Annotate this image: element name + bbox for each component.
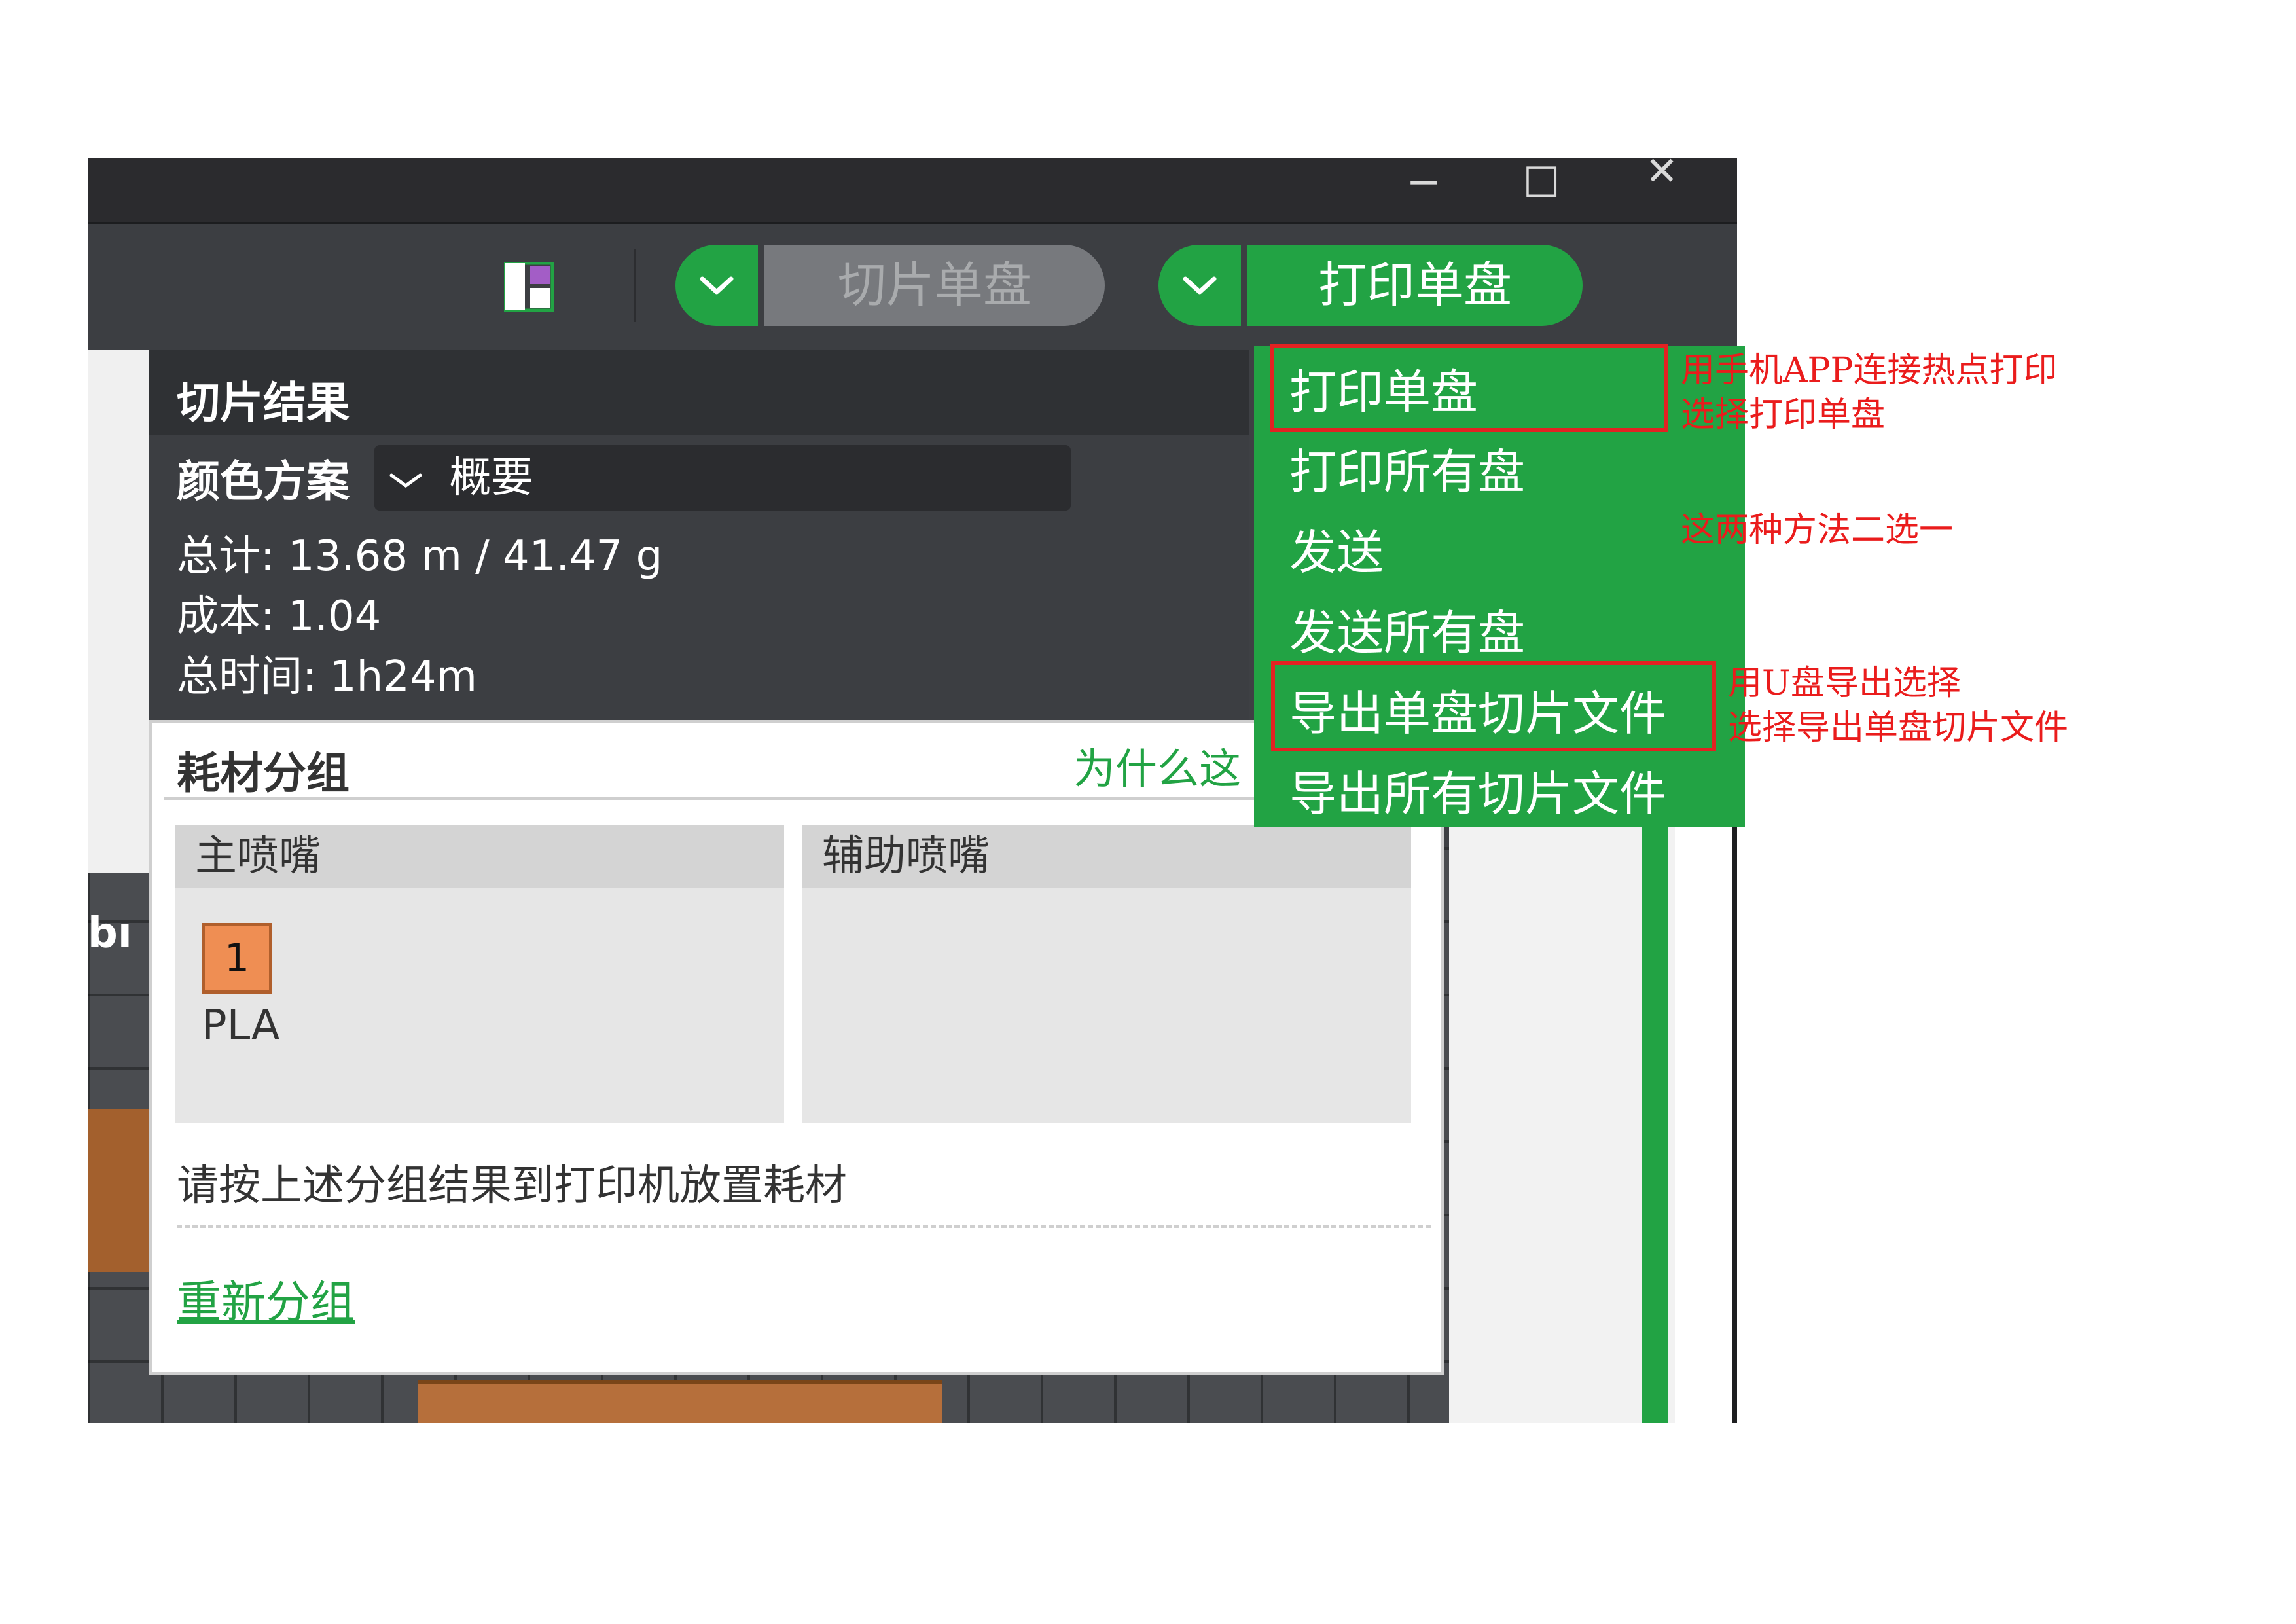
right-panel-green-bar xyxy=(1642,827,1668,1423)
group-hint: 请按上述分组结果到打印机放置耗材 xyxy=(177,1162,847,1210)
menu-item-send-all[interactable]: 发送所有盘 xyxy=(1289,594,1525,663)
color-scheme-select[interactable]: 概要 xyxy=(374,445,1071,511)
menu-item-print-all[interactable]: 打印所有盘 xyxy=(1289,433,1525,502)
minimize-button[interactable]: ─ xyxy=(1394,162,1453,204)
annotation-choose-one: 这两种方法二选一 xyxy=(1681,511,1954,550)
chevron-down-icon xyxy=(1183,276,1217,295)
why-link[interactable]: 为什么这 xyxy=(1073,736,1241,796)
filament-group-title: 耗材分组 xyxy=(177,748,350,799)
regroup-link[interactable]: 重新分组 xyxy=(177,1266,355,1331)
filament-type: PLA xyxy=(202,1001,280,1050)
color-scheme-label: 颜色方案 xyxy=(177,456,350,507)
title-bar xyxy=(88,158,1737,222)
plate-logo-fragment: bı xyxy=(88,909,132,958)
chevron-down-icon xyxy=(700,276,734,295)
annotation-usb-export-line1: 用U盘导出选择 xyxy=(1728,664,1961,703)
highlight-box-print-plate xyxy=(1270,344,1668,432)
layout-icon[interactable] xyxy=(503,261,554,312)
main-nozzle-label: 主喷嘴 xyxy=(175,825,784,888)
slice-plate-button[interactable]: 切片单盘 xyxy=(764,245,1105,326)
close-button[interactable]: ✕ xyxy=(1632,151,1691,192)
print-plate-button[interactable]: 打印单盘 xyxy=(1247,245,1583,326)
divider xyxy=(164,797,1427,800)
highlight-box-export-plate xyxy=(1271,661,1716,751)
aux-nozzle-label: 辅助喷嘴 xyxy=(802,825,1411,888)
annotation-app-print-line2: 选择打印单盘 xyxy=(1681,395,1886,435)
right-panel-strip xyxy=(1675,827,1734,1423)
print-dropdown-button[interactable] xyxy=(1158,245,1241,326)
maximize-button[interactable]: ☐ xyxy=(1512,162,1571,204)
annotation-app-print-line1: 用手机APP连接热点打印 xyxy=(1681,351,2058,390)
model-part-bottom xyxy=(418,1380,942,1423)
total-time: 总时间: 1h24m xyxy=(177,653,477,701)
chevron-down-icon xyxy=(387,454,449,502)
slice-result-title: 切片结果 xyxy=(177,378,350,428)
total-usage: 总计: 13.68 m / 41.47 g xyxy=(177,532,663,581)
toolbar-divider xyxy=(634,249,636,322)
dashed-divider xyxy=(177,1225,1431,1228)
slice-dropdown-button[interactable] xyxy=(675,245,758,326)
color-scheme-value: 概要 xyxy=(449,454,533,502)
cost-value: 成本: 1.04 xyxy=(177,592,382,641)
side-panel-edge xyxy=(88,350,150,873)
annotation-usb-export-line2: 选择导出单盘切片文件 xyxy=(1728,708,2069,748)
menu-item-send[interactable]: 发送 xyxy=(1289,514,1384,583)
menu-item-export-all[interactable]: 导出所有切片文件 xyxy=(1289,755,1666,824)
filament-swatch[interactable]: 1 xyxy=(202,923,272,994)
